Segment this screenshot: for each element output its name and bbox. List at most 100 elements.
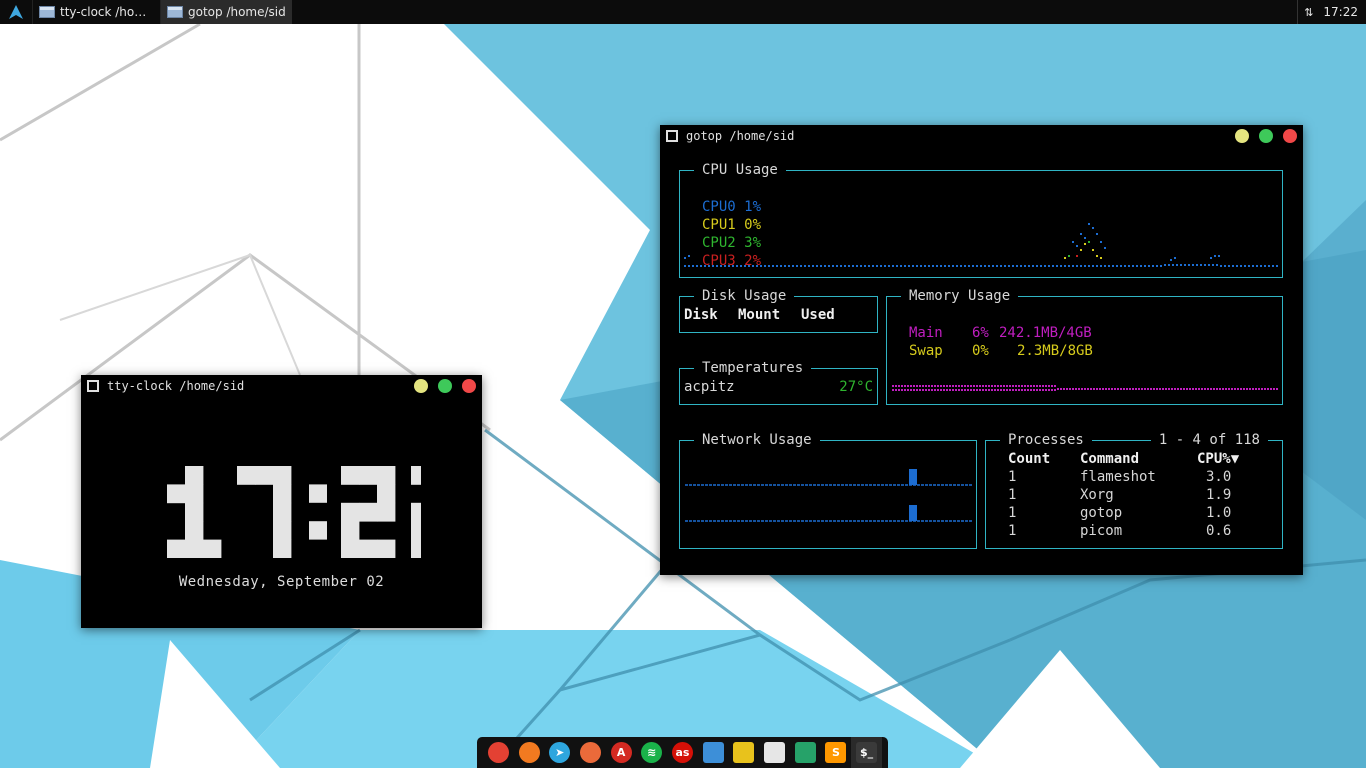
cpu-graph-dot xyxy=(1192,264,1194,266)
memory-graph-dot xyxy=(1051,385,1053,387)
memory-graph-dot xyxy=(1033,389,1035,391)
cpu-graph-dot xyxy=(936,265,938,267)
network-icon[interactable]: ⇅ xyxy=(1304,6,1313,19)
cpu-graph-dot xyxy=(900,265,902,267)
cpu-graph-dot xyxy=(764,265,766,267)
close-button[interactable] xyxy=(462,379,476,393)
dock-item[interactable] xyxy=(759,737,790,768)
cpu-graph-dot xyxy=(1076,255,1078,257)
memory-graph-dot xyxy=(1030,385,1032,387)
taskbar-item-tty-clock[interactable]: tty-clock /hom... xyxy=(32,0,160,24)
titlebar[interactable]: tty-clock /home/sid xyxy=(81,375,482,397)
memory-graph-dot xyxy=(1153,388,1155,390)
memory-graph-dot xyxy=(1042,389,1044,391)
dock-item[interactable] xyxy=(483,737,514,768)
titlebar[interactable]: gotop /home/sid xyxy=(660,125,1303,147)
memory-graph-dot xyxy=(949,389,951,391)
dock-item[interactable]: ➤ xyxy=(544,737,575,768)
clock-digit-block xyxy=(377,484,396,504)
cpu-graph-dot xyxy=(788,265,790,267)
cpu-graph-dot xyxy=(944,265,946,267)
close-button[interactable] xyxy=(1283,129,1297,143)
disk-header-disk: Disk xyxy=(684,307,718,323)
memory-graph-dot xyxy=(1069,388,1071,390)
memory-graph-dot xyxy=(1114,388,1116,390)
cpu-graph-dot xyxy=(896,265,898,267)
cpu-graph-dot xyxy=(1104,247,1106,249)
memory-graph-dot xyxy=(1120,388,1122,390)
window-menu-icon[interactable] xyxy=(666,130,678,142)
cpu-graph-dot xyxy=(772,265,774,267)
process-header-count[interactable]: Count xyxy=(1008,450,1050,468)
dock-item[interactable]: $_ xyxy=(851,737,882,768)
memory-graph-dot xyxy=(925,385,927,387)
arch-menu-button[interactable] xyxy=(0,0,32,24)
taskbar-item-gotop[interactable]: gotop /home/sid xyxy=(160,0,292,24)
tty-clock-window[interactable]: tty-clock /home/sid Wednesday, September… xyxy=(81,375,482,628)
memory-graph-dot xyxy=(913,385,915,387)
process-header-command[interactable]: Command xyxy=(1080,450,1139,468)
chromium-icon xyxy=(579,742,601,763)
memory-graph-dot xyxy=(922,385,924,387)
memory-graph-dot xyxy=(1192,388,1194,390)
minimize-button[interactable] xyxy=(1235,129,1249,143)
memory-graph-dot xyxy=(1237,388,1239,390)
memory-graph-dot xyxy=(928,385,930,387)
gotop-window[interactable]: gotop /home/sid CPU Usage CPU0 1% CPU1 0… xyxy=(660,125,1303,575)
clock-digit-block xyxy=(359,466,378,485)
memory-graph-dot xyxy=(958,389,960,391)
memory-graph-dot xyxy=(910,385,912,387)
process-row[interactable]: 1 flameshot 3.0 xyxy=(986,468,1282,486)
processes-range: 1 - 4 of 118 xyxy=(1150,431,1268,449)
cpu-graph-dot xyxy=(1218,255,1220,257)
dock-item[interactable] xyxy=(729,737,760,768)
dock-item[interactable]: ≋ xyxy=(636,737,667,768)
panel-clock[interactable]: 17:22 xyxy=(1323,5,1358,19)
process-command: picom xyxy=(1080,523,1123,539)
cpu-graph-dot xyxy=(1132,265,1134,267)
cpu-graph-dot xyxy=(1180,264,1182,266)
dock-item[interactable] xyxy=(575,737,606,768)
maximize-button[interactable] xyxy=(438,379,452,393)
process-count: 1 xyxy=(1008,469,1017,485)
dock-item[interactable]: A xyxy=(606,737,637,768)
window-menu-icon[interactable] xyxy=(87,380,99,392)
memory-graph-dot xyxy=(997,389,999,391)
process-row[interactable]: 1 picom 0.6 xyxy=(986,522,1282,540)
cpu-graph-dot xyxy=(940,265,942,267)
cpu-graph-dot xyxy=(1036,265,1038,267)
minimize-button[interactable] xyxy=(414,379,428,393)
memory-graph-dot xyxy=(1162,388,1164,390)
cpu-graph-dot xyxy=(988,265,990,267)
process-row[interactable]: 1 gotop 1.0 xyxy=(986,504,1282,522)
memory-graph-dot xyxy=(1135,388,1137,390)
memory-graph-dot xyxy=(940,389,942,391)
memory-graph-dot xyxy=(982,385,984,387)
process-row[interactable]: 1 Xorg 1.9 xyxy=(986,486,1282,504)
maximize-button[interactable] xyxy=(1259,129,1273,143)
memory-graph-dot xyxy=(892,389,894,391)
dock-item[interactable] xyxy=(790,737,821,768)
memory-graph-dot xyxy=(1051,389,1053,391)
dock-item[interactable] xyxy=(698,737,729,768)
cpu-graph-dot xyxy=(824,265,826,267)
dock-item[interactable]: as xyxy=(667,737,698,768)
cpu-graph-dot xyxy=(1028,265,1030,267)
memory-graph-dot xyxy=(1132,388,1134,390)
cpu-graph-dot xyxy=(1080,265,1082,267)
memory-graph-dot xyxy=(928,389,930,391)
memory-graph-dot xyxy=(904,385,906,387)
memory-graph-dot xyxy=(1039,389,1041,391)
dock-item[interactable]: S xyxy=(821,737,852,768)
memory-graph-dot xyxy=(946,389,948,391)
cpu-graph-dot xyxy=(808,265,810,267)
clock-digit-block xyxy=(185,521,204,540)
disk-header-used: Used xyxy=(801,307,835,323)
process-header-cpu[interactable]: CPU%▼ xyxy=(1197,450,1239,468)
memory-graph-dot xyxy=(994,385,996,387)
memory-graph-dot xyxy=(1183,388,1185,390)
cpu-graph-dot xyxy=(1140,265,1142,267)
dock-item[interactable] xyxy=(514,737,545,768)
cpu-graph-dot xyxy=(996,265,998,267)
memory-graph-dot xyxy=(955,389,957,391)
